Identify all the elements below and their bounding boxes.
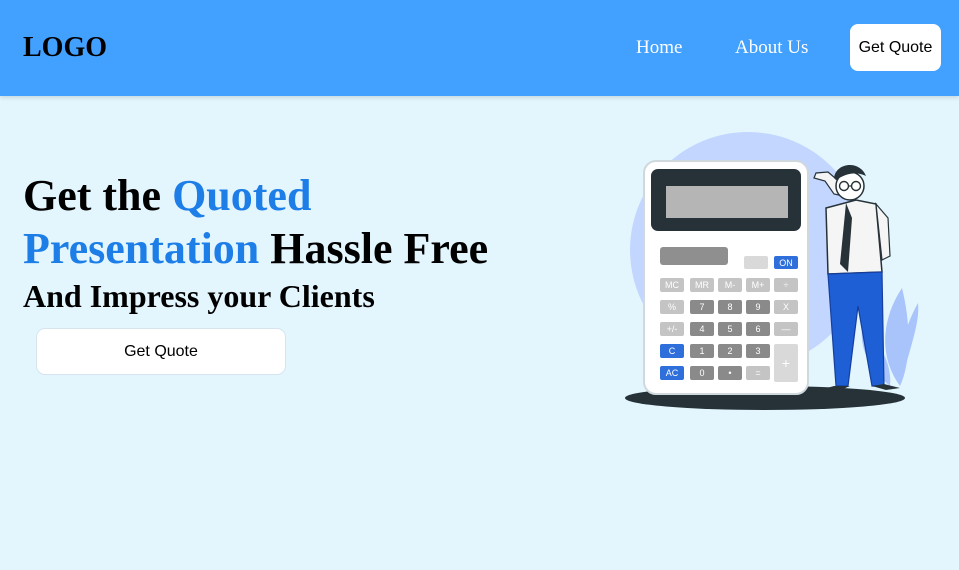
- key-on-label: ON: [779, 258, 793, 268]
- key-label: =: [755, 368, 760, 378]
- key-label: 9: [755, 302, 760, 312]
- key-label: 4: [699, 324, 704, 334]
- hero-subheading: And Impress your Clients: [23, 278, 375, 314]
- hero-heading-line-2: Presentation Hassle Free: [23, 223, 488, 275]
- logo[interactable]: LOGO: [23, 30, 107, 66]
- key-label: AC: [666, 368, 679, 378]
- calculator-illustration: ON MC MR M- M+ ÷ % 7 8 9 X +/- 4 5 6 — C…: [625, 132, 919, 410]
- hero-heading-text: Hassle Free: [259, 224, 489, 273]
- key-label: 5: [727, 324, 732, 334]
- key-label: C: [669, 346, 676, 356]
- key-label: +: [782, 355, 790, 371]
- top-navbar: LOGO Home About Us Get Quote: [0, 0, 959, 96]
- key-label: 6: [755, 324, 760, 334]
- key-label: 3: [755, 346, 760, 356]
- key-label: M+: [752, 280, 765, 290]
- get-quote-hero-button[interactable]: Get Quote: [36, 328, 286, 375]
- key-label: 8: [727, 302, 732, 312]
- key-label: M-: [725, 280, 736, 290]
- key-label: —: [782, 324, 791, 334]
- key-label: MR: [695, 280, 709, 290]
- key-label: 0: [699, 368, 704, 378]
- key-label: MC: [665, 280, 679, 290]
- nav-link-about-us[interactable]: About Us: [735, 36, 808, 60]
- hero-heading-highlight: Presentation: [23, 224, 260, 273]
- key-label: %: [668, 302, 676, 312]
- key-label: 7: [699, 302, 704, 312]
- hero-heading-highlight: Quoted: [172, 171, 312, 220]
- key-label: +/-: [667, 324, 678, 334]
- key-label: ÷: [784, 280, 789, 290]
- get-quote-nav-button[interactable]: Get Quote: [850, 24, 941, 71]
- hero-heading-text: Get the: [23, 171, 173, 220]
- key-label: 2: [727, 346, 732, 356]
- key-label: 1: [699, 346, 704, 356]
- key-label: •: [728, 368, 731, 378]
- hero-heading-line-1: Get the Quoted: [23, 170, 311, 222]
- key-label: X: [783, 302, 789, 312]
- nav-link-home[interactable]: Home: [636, 36, 682, 60]
